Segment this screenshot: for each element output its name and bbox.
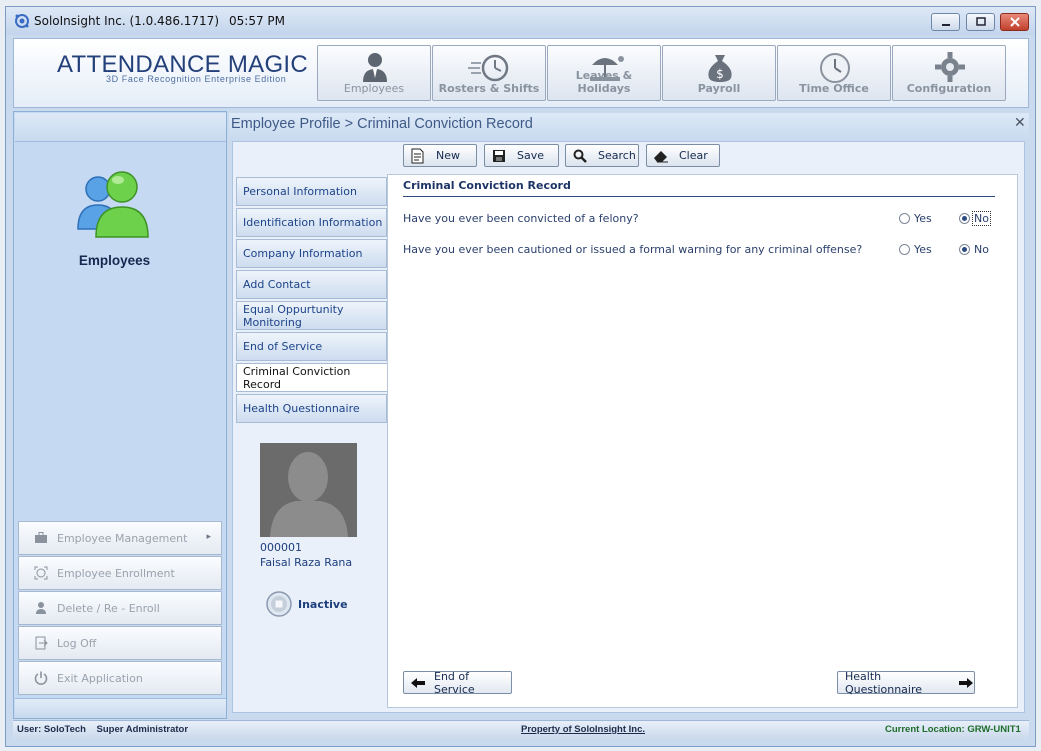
- nav-label: Employees: [343, 82, 405, 95]
- nav-rosters-shifts[interactable]: Rosters & Shifts: [432, 45, 546, 101]
- maximize-icon: [975, 17, 986, 26]
- gear-icon: [893, 51, 1005, 83]
- menu-label: Employee Management: [57, 531, 188, 545]
- warning-yes-label[interactable]: Yes: [914, 243, 932, 256]
- close-icon: [1009, 17, 1020, 27]
- tab-company-information[interactable]: Company Information: [236, 239, 387, 268]
- felony-yes-label[interactable]: Yes: [914, 212, 932, 225]
- sidebar-header-strip: [15, 113, 226, 142]
- nav-label: Configuration: [906, 82, 992, 95]
- breadcrumb: Employee Profile > Criminal Conviction R…: [231, 116, 533, 132]
- new-button[interactable]: New: [403, 144, 477, 167]
- felony-no-radio[interactable]: [959, 213, 970, 224]
- question-felony: Have you ever been convicted of a felony…: [403, 212, 639, 225]
- section-divider: [403, 196, 995, 197]
- menu-label: Employee Enrollment: [57, 566, 175, 580]
- tab-equal-opportunity-monitoring[interactable]: Equal Oppurtunity Monitoring: [236, 301, 387, 330]
- arrow-right-icon: [958, 677, 974, 689]
- menu-label: Exit Application: [57, 671, 143, 685]
- clock-icon: [778, 51, 890, 83]
- save-button[interactable]: Save: [484, 144, 559, 167]
- new-label: New: [436, 149, 460, 162]
- minimize-button[interactable]: [931, 13, 960, 31]
- menu-employee-enrollment[interactable]: Employee Enrollment: [18, 556, 222, 590]
- employee-photo-placeholder: [260, 443, 357, 537]
- menu-delete-reenroll[interactable]: Delete / Re - Enroll: [18, 591, 222, 625]
- sidebar-footer-strip: [15, 698, 226, 718]
- warning-no-radio[interactable]: [959, 244, 970, 255]
- felony-no-label[interactable]: No: [972, 211, 991, 226]
- power-icon: [33, 670, 49, 686]
- save-label: Save: [517, 149, 545, 162]
- tab-add-contact[interactable]: Add Contact: [236, 270, 387, 299]
- nav-time-office[interactable]: Time Office: [777, 45, 891, 101]
- app-logo-icon: [14, 13, 30, 29]
- clear-label: Clear: [679, 149, 708, 162]
- nav-label: Rosters & Shifts: [438, 82, 540, 95]
- search-icon: [572, 148, 588, 164]
- stopwatch-icon: [433, 51, 545, 83]
- search-label: Search: [598, 149, 636, 162]
- log-off-icon: [33, 635, 49, 651]
- nav-configuration[interactable]: Configuration: [892, 45, 1006, 101]
- search-button[interactable]: Search: [565, 144, 639, 167]
- warning-no-label[interactable]: No: [974, 243, 989, 256]
- tab-criminal-conviction-record[interactable]: Criminal Conviction Record: [236, 363, 389, 392]
- svg-text:$: $: [716, 67, 724, 81]
- tab-health-questionnaire[interactable]: Health Questionnaire: [236, 394, 387, 423]
- employees-group-icon: [72, 165, 156, 241]
- status-property-link[interactable]: Property of SoloInsight Inc.: [521, 724, 645, 735]
- window-title: SoloInsight Inc. (1.0.486.1717) 05:57 PM: [34, 14, 285, 28]
- menu-employee-management[interactable]: Employee Management ▸: [18, 521, 222, 555]
- nav-label: Time Office: [799, 82, 869, 95]
- sidebar-title: Employees: [78, 253, 151, 268]
- warning-yes-radio[interactable]: [899, 244, 910, 255]
- prev-label: End of Service: [434, 669, 475, 696]
- prev-end-of-service-button[interactable]: End of Service: [403, 669, 512, 696]
- employee-name: Faisal Raza Rana: [260, 556, 353, 569]
- next-health-questionnaire-button[interactable]: Health Questionnaire: [837, 669, 975, 696]
- arrow-left-icon: [410, 677, 426, 689]
- employee-icon: [318, 51, 430, 83]
- briefcase-icon: [33, 530, 49, 546]
- section-title: Criminal Conviction Record: [403, 179, 571, 192]
- felony-yes-radio[interactable]: [899, 213, 910, 224]
- clear-button[interactable]: Clear: [646, 144, 720, 167]
- save-disk-icon: [491, 148, 507, 164]
- employee-status: Inactive: [298, 598, 348, 611]
- nav-label: Leaves & Holidays: [575, 69, 633, 95]
- nav-leaves-holidays[interactable]: Leaves & Holidays: [547, 45, 661, 101]
- menu-log-off[interactable]: Log Off: [18, 626, 222, 660]
- tab-end-of-service[interactable]: End of Service: [236, 332, 387, 361]
- brand-subtitle: 3D Face Recognition Enterprise Edition: [106, 74, 287, 84]
- close-window-button[interactable]: [1000, 13, 1029, 31]
- nav-payroll[interactable]: $ Payroll: [662, 45, 776, 101]
- tab-identification-information[interactable]: Identification Information: [236, 208, 387, 237]
- minimize-icon: [941, 24, 950, 26]
- next-label: Health Questionnaire: [845, 669, 923, 696]
- nav-employees[interactable]: Employees: [317, 45, 431, 101]
- submenu-arrow-icon: ▸: [206, 532, 211, 542]
- eraser-icon: [653, 148, 669, 164]
- status-user: User: SoloTech Super Administrator: [17, 724, 189, 735]
- menu-label: Delete / Re - Enroll: [57, 601, 160, 615]
- maximize-button[interactable]: [966, 13, 995, 31]
- new-document-icon: [410, 148, 426, 164]
- menu-label: Log Off: [57, 636, 97, 650]
- status-location: Current Location: GRW-UNIT1: [885, 724, 1021, 735]
- question-formal-warning: Have you ever been cautioned or issued a…: [403, 243, 863, 256]
- nav-label: Payroll: [697, 82, 741, 95]
- close-panel-icon[interactable]: ✕: [1014, 115, 1026, 131]
- tab-personal-information[interactable]: Personal Information: [236, 177, 387, 206]
- money-bag-icon: $: [663, 51, 775, 83]
- person-delete-icon: [33, 600, 49, 616]
- menu-exit-application[interactable]: Exit Application: [18, 661, 222, 695]
- inactive-status-icon[interactable]: [266, 591, 292, 617]
- face-scan-icon: [33, 565, 49, 581]
- employee-id: 000001: [260, 541, 302, 554]
